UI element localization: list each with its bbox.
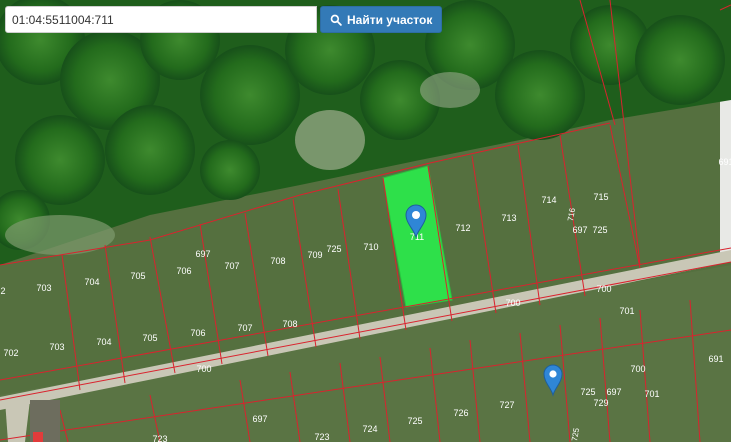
parcel-label: 703: [36, 283, 51, 293]
parcel-label: 702: [3, 348, 18, 358]
parcel-label: 723: [152, 434, 167, 442]
parcel-label: 697: [252, 414, 267, 424]
parcel-label: 2: [0, 286, 5, 296]
parcel-label: 707: [224, 261, 239, 271]
parcel-label: 701: [644, 389, 659, 399]
parcel-label: 725: [407, 416, 422, 426]
find-parcel-button[interactable]: Найти участок: [320, 6, 443, 33]
parcel-label: 697: [572, 225, 587, 235]
parcel-label: 703: [49, 342, 64, 352]
parcel-label: 713: [501, 213, 516, 223]
parcel-label: 726: [453, 408, 468, 418]
parcel-label: 714: [541, 195, 556, 205]
parcel-label: 707: [237, 323, 252, 333]
parcel-label: 706: [176, 266, 191, 276]
parcel-label: 705: [142, 333, 157, 343]
parcel-label: 725: [580, 387, 595, 397]
cadastral-number-input[interactable]: [5, 6, 317, 33]
parcel-label: 704: [96, 337, 111, 347]
road-label: 700: [196, 364, 211, 374]
search-icon: [330, 14, 342, 26]
parcel-label: 724: [362, 424, 377, 434]
parcel-label: 712: [455, 223, 470, 233]
parcel-label: 701: [619, 306, 634, 316]
parcel-label: 704: [84, 277, 99, 287]
parcel-label: 691: [708, 354, 723, 364]
search-bar: Найти участок: [5, 6, 443, 33]
find-parcel-label: Найти участок: [347, 12, 433, 27]
parcel-label: 708: [270, 256, 285, 266]
road-label: 700: [505, 298, 520, 308]
parcel-label: 709: [307, 250, 322, 260]
satellite-map[interactable]: 703 704 705 706 697 707 708 709 725 710 …: [0, 0, 731, 442]
parcel-label: 715: [593, 192, 608, 202]
parcel-label: 691: [718, 157, 731, 167]
parcel-label: 708: [282, 319, 297, 329]
parcel-label: 723: [314, 432, 329, 442]
parcel-label: 697: [606, 387, 621, 397]
parcel-label: 706: [190, 328, 205, 338]
parcel-label: 705: [130, 271, 145, 281]
road-label: 700: [630, 364, 645, 374]
building-roof: [33, 432, 43, 442]
parcel-label: 727: [499, 400, 514, 410]
parcel-label: 725: [592, 225, 607, 235]
road-label: 700: [596, 284, 611, 294]
parcel-label: 729: [593, 398, 608, 408]
parcel-label: 697: [195, 249, 210, 259]
parcel-label: 710: [363, 242, 378, 252]
parcel-label: 725: [326, 244, 341, 254]
